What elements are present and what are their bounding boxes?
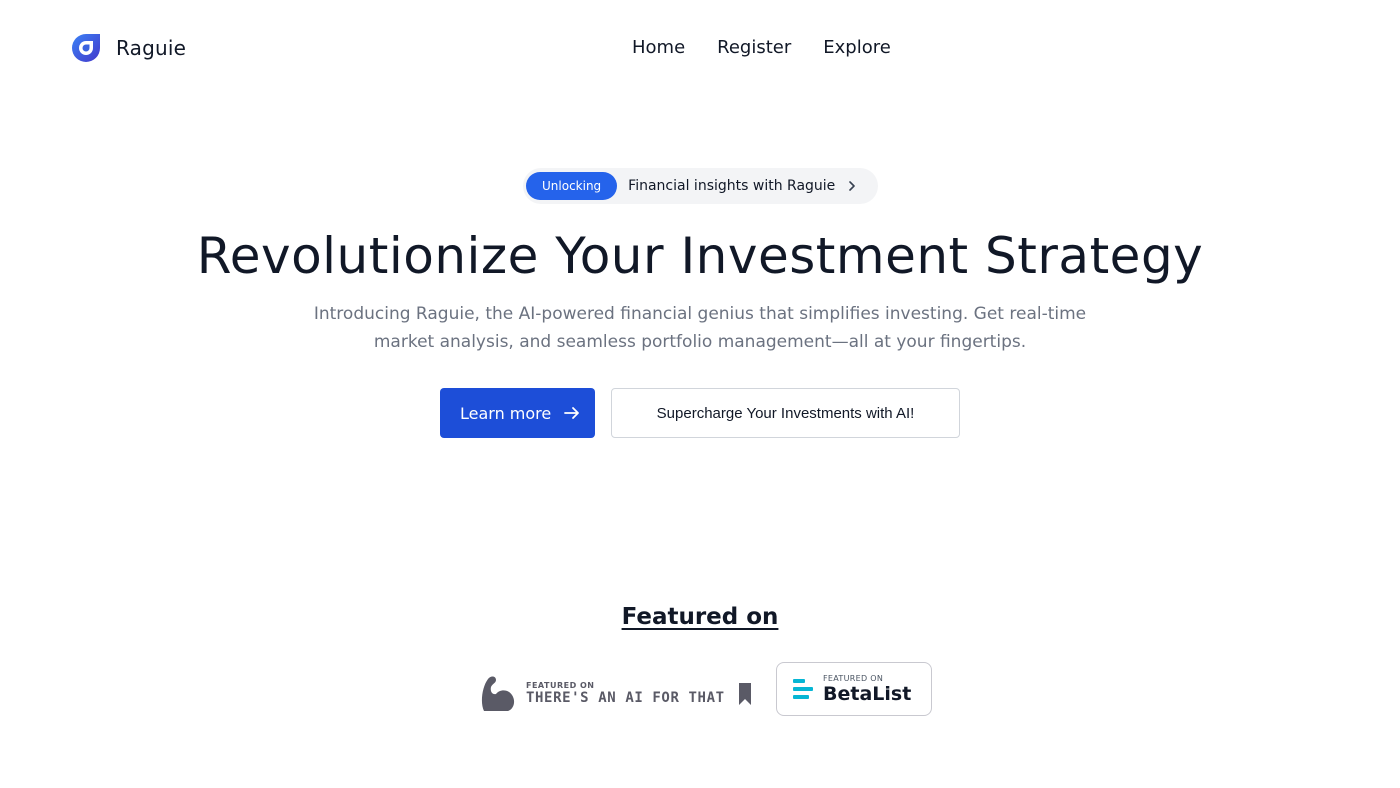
raguie-logo-icon (72, 34, 100, 62)
announcement-pill[interactable]: Unlocking Financial insights with Raguie (523, 168, 878, 204)
brand-name: Raguie (116, 36, 187, 60)
learn-more-label: Learn more (460, 403, 552, 423)
nav-register-link[interactable]: Register (717, 36, 791, 60)
featured-title: Featured on (621, 604, 779, 630)
main-nav: Home Register Explore (632, 36, 891, 60)
brand-logo[interactable]: Raguie (70, 32, 186, 64)
announcement-text: Financial insights with Raguie (628, 178, 836, 194)
betalist-featured-label: FEATURED ON (823, 673, 884, 683)
betalist-name: BetaList (823, 682, 912, 705)
aift-featured-label: FEATURED ON (526, 680, 595, 690)
learn-more-button[interactable]: Learn more (440, 388, 595, 438)
nav-explore-link[interactable]: Explore (823, 36, 891, 60)
supercharge-button[interactable]: Supercharge Your Investments with AI! (611, 388, 960, 438)
bookmark-icon (739, 683, 751, 705)
hero-title: Revolutionize Your Investment Strategy (196, 227, 1204, 285)
betalist-badge[interactable]: FEATURED ON BetaList (776, 662, 932, 716)
nav-home-link[interactable]: Home (632, 36, 685, 60)
arrow-right-icon (564, 407, 580, 419)
hero-subtitle: Introducing Raguie, the AI-powered finan… (313, 304, 1087, 352)
chevron-right-icon (849, 181, 856, 191)
aift-name: THERE'S AN AI FOR THAT (526, 689, 725, 706)
flexed-arm-icon (481, 676, 515, 711)
betalist-bars-icon (793, 679, 813, 699)
announcement-badge: Unlocking (526, 172, 618, 200)
theresanaiforthat-badge[interactable]: FEATURED ON THERE'S AN AI FOR THAT (478, 670, 768, 716)
